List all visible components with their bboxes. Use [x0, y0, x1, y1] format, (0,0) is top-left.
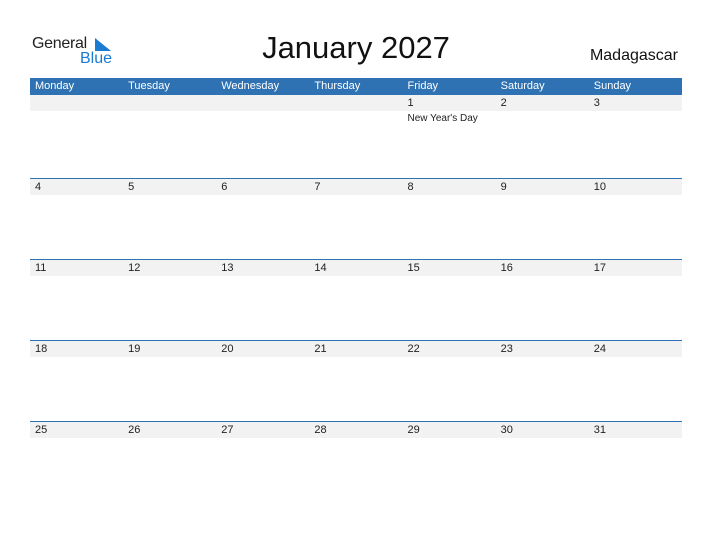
date-strip: 4 5 6 7 8 9 10 [30, 179, 682, 195]
weekday-friday: Friday [407, 80, 439, 92]
day-number [30, 95, 123, 111]
day-number: 6 [221, 181, 228, 193]
holiday-label [30, 276, 123, 277]
day-number: 28 [314, 424, 327, 436]
holiday-label: New Year's Day [407, 113, 478, 124]
holiday-label [123, 438, 216, 439]
holiday-label [496, 276, 589, 277]
day-number: 18 [35, 343, 48, 355]
country-label: Madagascar [589, 47, 678, 64]
day-number: 30 [500, 424, 513, 436]
holiday-label [403, 195, 496, 196]
holiday-label [123, 276, 216, 277]
day-number: 5 [128, 181, 135, 193]
holiday-label [216, 438, 309, 439]
holiday-label [309, 111, 402, 125]
day-number: 15 [407, 262, 420, 274]
day-number: 23 [500, 343, 513, 355]
day-number: 1 [407, 97, 414, 109]
day-number: 7 [314, 181, 321, 193]
events-row [30, 195, 682, 196]
holiday-label [309, 195, 402, 196]
holiday-label [496, 357, 589, 358]
holiday-label [403, 357, 496, 358]
day-number: 24 [593, 343, 606, 355]
holiday-label [496, 111, 589, 125]
day-number: 3 [593, 97, 600, 109]
events-row: New Year's Day [30, 111, 682, 125]
day-number: 31 [593, 424, 606, 436]
day-number: 19 [128, 343, 141, 355]
day-number: 13 [221, 262, 234, 274]
day-number: 2 [500, 97, 507, 109]
holiday-label [309, 438, 402, 439]
weekday-thursday: Thursday [314, 80, 361, 92]
holiday-label [123, 195, 216, 196]
holiday-label [30, 357, 123, 358]
holiday-label [589, 195, 682, 196]
day-number: 4 [35, 181, 42, 193]
day-number: 17 [593, 262, 606, 274]
holiday-label [30, 111, 123, 125]
day-number: 16 [500, 262, 513, 274]
day-number: 25 [35, 424, 48, 436]
day-number [216, 95, 309, 111]
day-number: 10 [593, 181, 606, 193]
events-row [30, 357, 682, 358]
day-number: 22 [407, 343, 420, 355]
day-number: 26 [128, 424, 141, 436]
day-number: 20 [221, 343, 234, 355]
holiday-label [123, 111, 216, 125]
weekday-header: Monday Tuesday Wednesday Thursday Friday… [30, 78, 682, 95]
day-number: 9 [500, 181, 507, 193]
holiday-label [496, 195, 589, 196]
holiday-label [216, 276, 309, 277]
day-number [309, 95, 402, 111]
holiday-label [216, 111, 309, 125]
week-row: 25 26 27 28 29 30 31 [30, 421, 682, 502]
holiday-label [403, 438, 496, 439]
date-strip: 25 26 27 28 29 30 31 [30, 422, 682, 438]
day-number: 14 [314, 262, 327, 274]
weekday-tuesday: Tuesday [128, 80, 170, 92]
holiday-label [589, 276, 682, 277]
day-number: 29 [407, 424, 420, 436]
week-row: 11 12 13 14 15 16 17 [30, 259, 682, 340]
weekday-sunday: Sunday [593, 80, 632, 92]
events-row [30, 276, 682, 277]
calendar-grid: Monday Tuesday Wednesday Thursday Friday… [30, 78, 682, 502]
date-strip: 18 19 20 21 22 23 24 [30, 341, 682, 357]
day-number [123, 95, 216, 111]
holiday-label [589, 357, 682, 358]
holiday-label [309, 357, 402, 358]
holiday-label [216, 195, 309, 196]
holiday-label [30, 438, 123, 439]
week-row: 4 5 6 7 8 9 10 [30, 178, 682, 259]
week-row: 18 19 20 21 22 23 24 [30, 340, 682, 421]
holiday-label [30, 195, 123, 196]
date-strip: 11 12 13 14 15 16 17 [30, 260, 682, 276]
holiday-label [403, 276, 496, 277]
day-number: 11 [35, 262, 47, 274]
weekday-wednesday: Wednesday [221, 80, 280, 92]
holiday-label [589, 111, 682, 125]
holiday-label [123, 357, 216, 358]
events-row [30, 438, 682, 439]
day-number: 8 [407, 181, 414, 193]
day-number: 12 [128, 262, 141, 274]
weekday-saturday: Saturday [500, 80, 545, 92]
holiday-label [309, 276, 402, 277]
day-number: 21 [314, 343, 327, 355]
day-number: 27 [221, 424, 234, 436]
weekday-monday: Monday [35, 80, 75, 92]
date-strip: 1 2 3 [30, 95, 682, 111]
week-row: 1 2 3 New Year's Day [30, 95, 682, 178]
holiday-label [496, 438, 589, 439]
holiday-label [216, 357, 309, 358]
holiday-label [589, 438, 682, 439]
